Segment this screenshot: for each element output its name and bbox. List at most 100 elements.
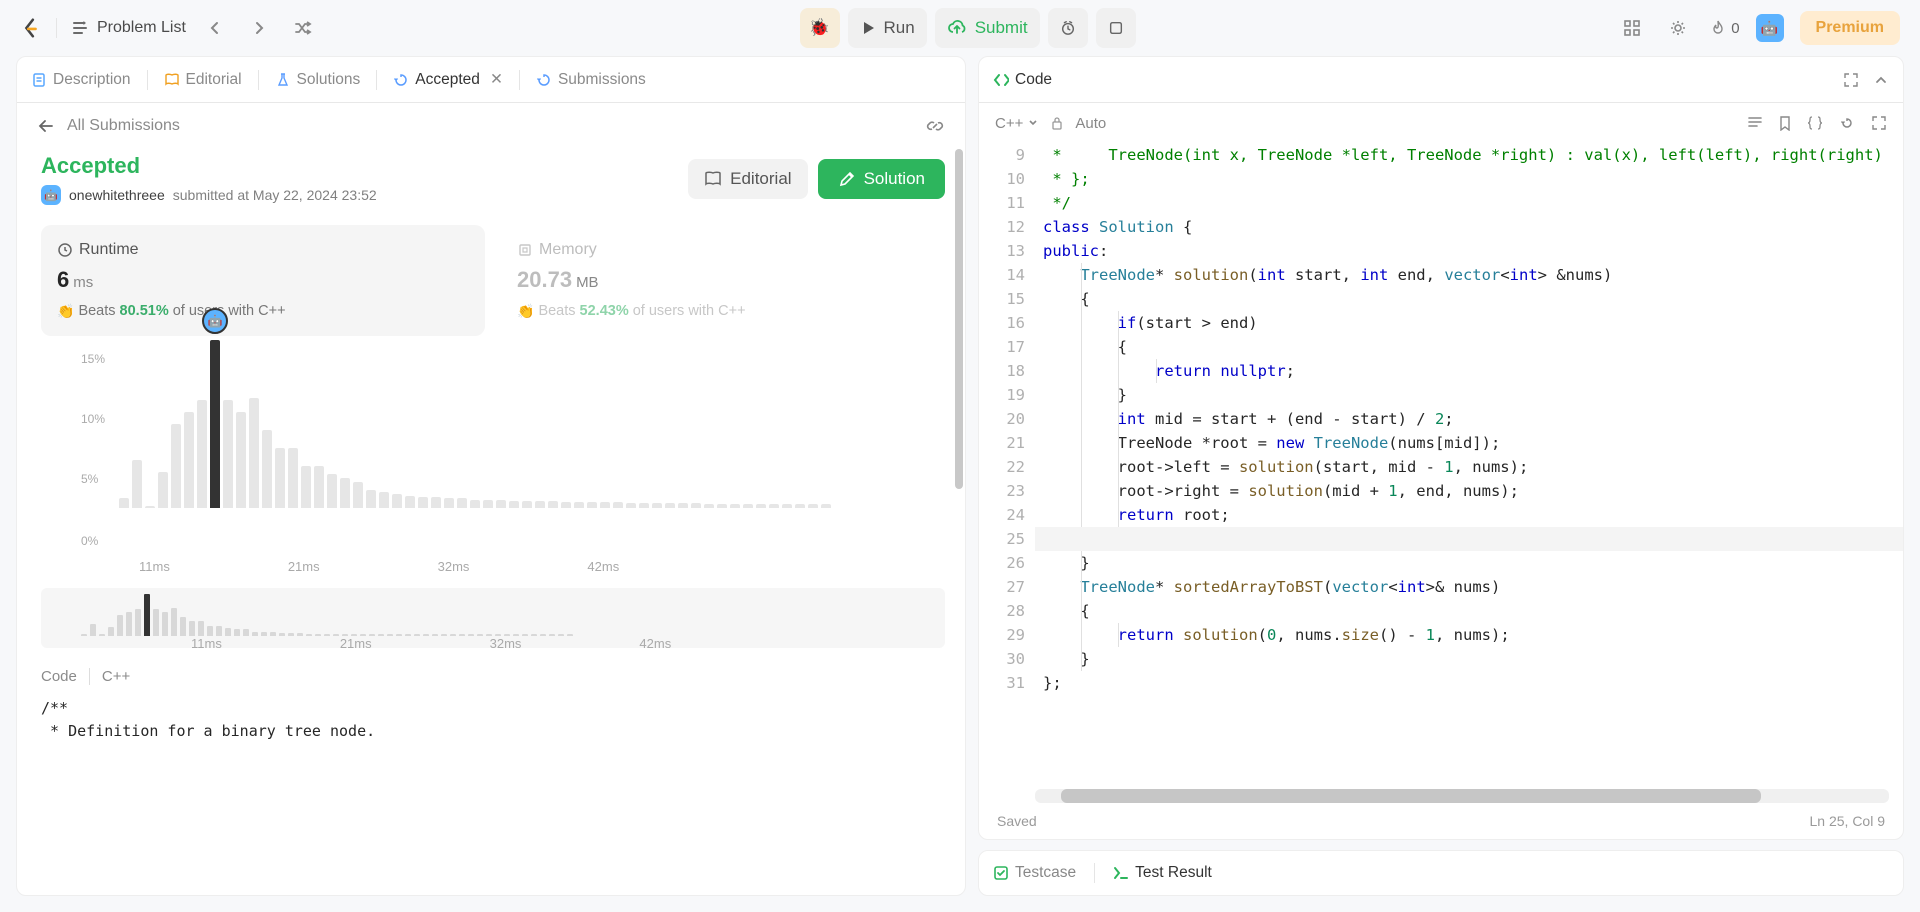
chart-bar[interactable] [314,466,324,508]
chart-bar[interactable] [301,466,311,508]
code-line[interactable]: if(start > end) [1035,311,1903,335]
chart-bar[interactable] [327,474,337,508]
code-line[interactable] [1035,527,1903,551]
chart-bar[interactable] [717,504,727,508]
layout-button[interactable] [1617,13,1647,43]
format-icon[interactable] [1747,115,1763,131]
code-line[interactable]: TreeNode *root = new TreeNode(nums[mid])… [1035,431,1903,455]
solution-button[interactable]: Solution [818,159,945,199]
chart-bar[interactable] [275,448,285,508]
chart-bar[interactable] [509,501,519,508]
chart-bar[interactable] [795,504,805,508]
chart-bar[interactable] [405,496,415,508]
chevron-up-icon[interactable] [1873,72,1889,88]
chart-bar[interactable] [678,503,688,508]
tab-editorial[interactable]: Editorial [164,71,242,89]
chart-bar[interactable] [171,424,181,508]
chart-bar[interactable] [548,501,558,508]
editor-h-scrollbar[interactable] [1035,789,1889,803]
expand-icon[interactable] [1843,72,1859,88]
tab-accepted[interactable]: Accepted ✕ [393,70,503,89]
code-line[interactable]: return nullptr; [1035,359,1903,383]
code-line[interactable]: TreeNode* solution(int start, int end, v… [1035,263,1903,287]
code-line[interactable]: root->left = solution(start, mid - 1, nu… [1035,455,1903,479]
chart-bar[interactable] [704,504,714,508]
code-editor[interactable]: 9101112131415161718192021222324252627282… [979,143,1903,781]
code-line[interactable]: { [1035,287,1903,311]
chart-bar[interactable] [535,501,545,508]
chart-bar[interactable] [561,502,571,508]
chart-bar[interactable] [431,497,441,508]
chart-bar[interactable] [652,503,662,508]
code-line[interactable]: public: [1035,239,1903,263]
chart-bar[interactable] [808,504,818,508]
premium-button[interactable]: Premium [1800,11,1900,45]
chart-bar[interactable] [444,498,454,508]
chart-bar[interactable] [522,501,532,508]
code-line[interactable]: int mid = start + (end - start) / 2; [1035,407,1903,431]
chart-bar[interactable] [613,502,623,508]
close-icon[interactable]: ✕ [490,70,503,89]
chart-bar[interactable] [262,430,272,508]
code-line[interactable]: { [1035,335,1903,359]
chart-bar[interactable] [821,504,831,508]
username[interactable]: onewhitethreee [69,187,165,203]
user-avatar[interactable]: 🤖 [1756,14,1784,42]
code-line[interactable]: return root; [1035,503,1903,527]
chart-bar[interactable] [639,503,649,508]
code-line[interactable]: } [1035,647,1903,671]
chart-bar[interactable] [340,478,350,508]
braces-icon[interactable] [1807,115,1823,131]
tab-submissions[interactable]: Submissions [536,71,646,89]
chart-bar[interactable] [665,503,675,508]
debug-button[interactable]: 🐞 [800,8,840,48]
chart-bar[interactable] [470,500,480,508]
chart-bar[interactable] [769,504,779,508]
chart-bar[interactable] [184,412,194,508]
tab-description[interactable]: Description [31,71,131,89]
submit-button[interactable]: Submit [935,8,1040,48]
prev-problem-button[interactable] [200,13,230,43]
chart-bar[interactable] [782,504,792,508]
editorial-button[interactable]: Editorial [688,159,807,199]
chart-bar[interactable] [574,502,584,508]
fullscreen-icon[interactable] [1871,115,1887,131]
chart-bar[interactable] [236,412,246,508]
code-line[interactable]: { [1035,599,1903,623]
chart-bar[interactable] [756,504,766,508]
chart-bar[interactable] [197,400,207,508]
chart-bar[interactable] [210,340,220,508]
code-line[interactable]: root->right = solution(mid + 1, end, num… [1035,479,1903,503]
chart-bar[interactable] [730,504,740,508]
reset-icon[interactable] [1839,115,1855,131]
settings-button[interactable] [1663,13,1693,43]
notes-button[interactable] [1096,8,1136,48]
chart-bar[interactable] [223,400,233,508]
chart-bar[interactable] [158,472,168,508]
chart-bar[interactable] [392,494,402,508]
link-icon[interactable] [925,116,945,136]
chart-bar[interactable] [457,498,467,508]
chart-bar[interactable] [691,503,701,508]
code-line[interactable]: }; [1035,671,1903,695]
chart-bar[interactable] [496,500,506,508]
chart-bar[interactable] [366,490,376,508]
code-line[interactable]: } [1035,551,1903,575]
mini-chart-brush[interactable]: 11ms 21ms 32ms 42ms [41,588,945,648]
streak-counter[interactable]: 0 [1709,19,1739,37]
leetcode-logo-icon[interactable] [20,17,42,39]
back-button[interactable] [37,117,55,135]
problem-list-button[interactable]: Problem List [71,19,186,37]
tab-test-result[interactable]: Test Result [1113,864,1212,882]
code-line[interactable]: * TreeNode(int x, TreeNode *left, TreeNo… [1035,143,1903,167]
run-button[interactable]: Run [848,8,927,48]
bookmark-icon[interactable] [1779,115,1791,131]
next-problem-button[interactable] [244,13,274,43]
chart-bar[interactable] [353,482,363,508]
code-line[interactable]: class Solution { [1035,215,1903,239]
chart-bar[interactable] [145,506,155,508]
chart-bar[interactable] [119,498,129,508]
code-line[interactable]: TreeNode* sortedArrayToBST(vector<int>& … [1035,575,1903,599]
shuffle-button[interactable] [288,13,318,43]
chart-bar[interactable] [743,504,753,508]
